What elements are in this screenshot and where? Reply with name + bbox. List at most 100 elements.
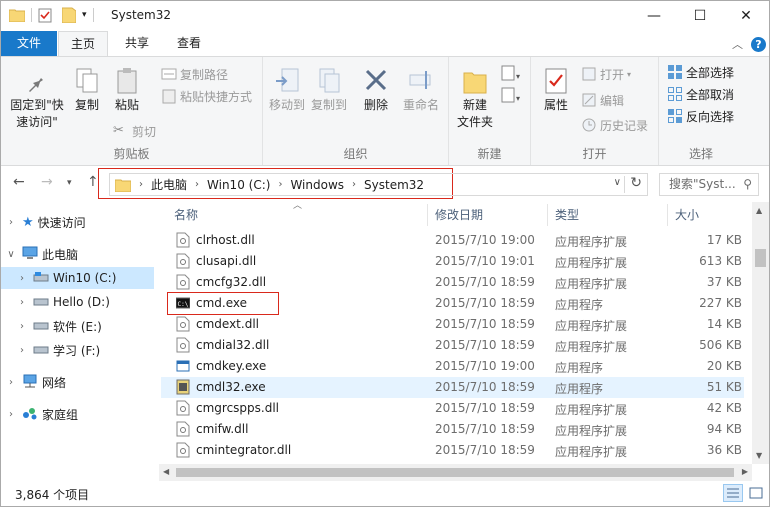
chevron-down-icon[interactable]: ∨: [4, 249, 18, 260]
scroll-left-icon[interactable]: ◀: [163, 467, 169, 476]
file-name-cell[interactable]: cmdl32.exe: [176, 379, 266, 395]
new-item-icon[interactable]: ▾: [501, 65, 523, 86]
breadcrumb-this-pc[interactable]: 此电脑: [151, 176, 187, 193]
invert-selection-button[interactable]: 反向选择: [667, 106, 734, 126]
pin-quick-access-button[interactable]: 固定到"快速访问": [5, 67, 69, 131]
close-button[interactable]: ✕: [723, 1, 769, 31]
select-none-button[interactable]: 全部取消: [667, 84, 734, 104]
address-history-icon[interactable]: ∨: [614, 177, 621, 188]
breadcrumb-system32[interactable]: System32: [364, 178, 424, 192]
large-icons-view-button[interactable]: [746, 484, 766, 502]
scroll-down-icon[interactable]: ▼: [756, 451, 762, 460]
select-all-button[interactable]: 全部选择: [667, 62, 734, 82]
recent-locations-icon[interactable]: ▾: [67, 178, 72, 188]
chevron-right-icon[interactable]: ›: [4, 377, 18, 388]
column-divider[interactable]: [427, 204, 428, 226]
details-view-button[interactable]: [723, 484, 743, 502]
horizontal-scrollbar[interactable]: ◀ ▶: [159, 464, 752, 481]
file-name-cell[interactable]: cmdkey.exe: [176, 358, 266, 374]
breadcrumb-windows[interactable]: Windows: [290, 178, 344, 192]
customize-qat-icon[interactable]: ▾: [82, 10, 87, 20]
column-header-type[interactable]: 类型: [555, 202, 579, 228]
properties-button[interactable]: 属性: [537, 67, 575, 114]
minimize-button[interactable]: —: [631, 1, 677, 31]
file-row[interactable]: cmdl32.exe 2015/7/10 18:59 应用程序 51 KB: [161, 377, 744, 398]
maximize-button[interactable]: ☐: [677, 1, 723, 31]
paste-button[interactable]: 粘贴: [111, 67, 143, 114]
file-row[interactable]: cmcfg32.dll 2015/7/10 18:59 应用程序扩展 37 KB: [161, 272, 744, 293]
easy-access-icon[interactable]: ▾: [501, 87, 523, 108]
search-input[interactable]: 搜索"Syst... ⚲: [659, 173, 759, 196]
chevron-right-icon[interactable]: ›: [15, 297, 29, 308]
breadcrumb-separator-icon[interactable]: ›: [195, 179, 199, 190]
file-name-cell[interactable]: cmcfg32.dll: [176, 274, 266, 290]
properties-icon[interactable]: [38, 8, 52, 23]
chevron-right-icon[interactable]: ›: [4, 217, 18, 228]
file-name-cell[interactable]: cmintegrator.dll: [176, 442, 291, 458]
nav-item-homegroup[interactable]: › 家庭组: [1, 403, 154, 425]
refresh-icon[interactable]: ↻: [630, 175, 642, 191]
tab-home[interactable]: 主页: [58, 31, 108, 57]
scroll-up-icon[interactable]: ▲: [756, 206, 762, 215]
file-name-cell[interactable]: cmgrcspps.dll: [176, 400, 279, 416]
file-name-cell[interactable]: clusapi.dll: [176, 253, 256, 269]
nav-item-quick-access[interactable]: › ★ 快速访问: [1, 211, 154, 233]
file-row[interactable]: cmdext.dll 2015/7/10 18:59 应用程序扩展 14 KB: [161, 314, 744, 335]
delete-button[interactable]: 删除: [359, 67, 393, 114]
breadcrumb-separator-icon[interactable]: ›: [139, 179, 143, 190]
file-row[interactable]: clrhost.dll 2015/7/10 19:00 应用程序扩展 17 KB: [161, 230, 744, 251]
file-row[interactable]: cmintegrator.dll 2015/7/10 18:59 应用程序扩展 36 …: [161, 440, 744, 461]
nav-item-hello-d[interactable]: › Hello (D:): [1, 291, 154, 313]
nav-item-this-pc[interactable]: ∨ 此电脑: [1, 243, 154, 265]
column-header-name[interactable]: 名称: [174, 202, 198, 228]
forward-icon[interactable]: →: [41, 174, 53, 190]
scroll-right-icon[interactable]: ▶: [742, 467, 748, 476]
file-row[interactable]: cmdial32.dll 2015/7/10 18:59 应用程序扩展 506 KB: [161, 335, 744, 356]
breadcrumb-c-drive[interactable]: Win10 (C:): [207, 178, 270, 192]
copy-button[interactable]: 复制: [71, 67, 103, 114]
cut-button[interactable]: ✂ 剪切: [113, 121, 156, 141]
nav-item-study-f[interactable]: › 学习 (F:): [1, 339, 154, 361]
file-row[interactable]: cmdkey.exe 2015/7/10 19:00 应用程序 20 KB: [161, 356, 744, 377]
column-divider[interactable]: [667, 204, 668, 226]
copy-to-button[interactable]: 复制到: [309, 67, 349, 114]
nav-item-network[interactable]: › 网络: [1, 371, 154, 393]
collapse-ribbon-icon[interactable]: ︿: [732, 36, 743, 52]
paste-shortcut-button[interactable]: 粘贴快捷方式: [161, 86, 252, 106]
tab-file[interactable]: 文件: [1, 31, 57, 56]
new-folder-icon[interactable]: [62, 7, 76, 23]
help-icon[interactable]: ?: [751, 37, 766, 52]
horizontal-scroll-thumb[interactable]: [176, 468, 734, 477]
file-name-cell[interactable]: clrhost.dll: [176, 232, 255, 248]
file-name-cell[interactable]: cmifw.dll: [176, 421, 248, 437]
move-to-button[interactable]: 移动到: [267, 67, 307, 114]
file-row[interactable]: cmifw.dll 2015/7/10 18:59 应用程序扩展 94 KB: [161, 419, 744, 440]
back-icon[interactable]: ←: [13, 174, 25, 190]
rename-button[interactable]: 重命名: [399, 67, 443, 114]
chevron-right-icon[interactable]: ›: [15, 345, 29, 356]
vertical-scrollbar[interactable]: ▲ ▼: [752, 202, 769, 464]
breadcrumb-separator-icon[interactable]: ›: [352, 179, 356, 190]
open-button[interactable]: 打开 ▾: [581, 64, 631, 84]
file-row[interactable]: cmgrcspps.dll 2015/7/10 18:59 应用程序扩展 42 KB: [161, 398, 744, 419]
nav-item-win10-c[interactable]: › Win10 (C:): [1, 267, 154, 289]
file-name-cell[interactable]: cmdial32.dll: [176, 337, 269, 353]
column-header-date[interactable]: 修改日期: [435, 202, 483, 228]
up-icon[interactable]: ↑: [87, 174, 99, 190]
edit-button[interactable]: 编辑: [581, 90, 624, 110]
vertical-scroll-thumb[interactable]: [755, 249, 766, 267]
tab-share[interactable]: 共享: [115, 31, 159, 56]
history-button[interactable]: 历史记录: [581, 115, 648, 135]
column-header-size[interactable]: 大小: [675, 202, 699, 228]
chevron-right-icon[interactable]: ›: [15, 321, 29, 332]
address-bar[interactable]: › 此电脑 › Win10 (C:) › Windows › System32 …: [109, 173, 648, 196]
column-divider[interactable]: [547, 204, 548, 226]
chevron-right-icon[interactable]: ›: [4, 409, 18, 420]
file-name-cell[interactable]: cmdext.dll: [176, 316, 259, 332]
chevron-right-icon[interactable]: ›: [15, 273, 29, 284]
file-row[interactable]: clusapi.dll 2015/7/10 19:01 应用程序扩展 613 KB: [161, 251, 744, 272]
tab-view[interactable]: 查看: [167, 31, 211, 56]
copy-path-button[interactable]: 复制路径: [161, 64, 228, 84]
nav-item-software-e[interactable]: › 软件 (E:): [1, 315, 154, 337]
new-folder-button[interactable]: 新建 文件夹: [453, 67, 497, 131]
